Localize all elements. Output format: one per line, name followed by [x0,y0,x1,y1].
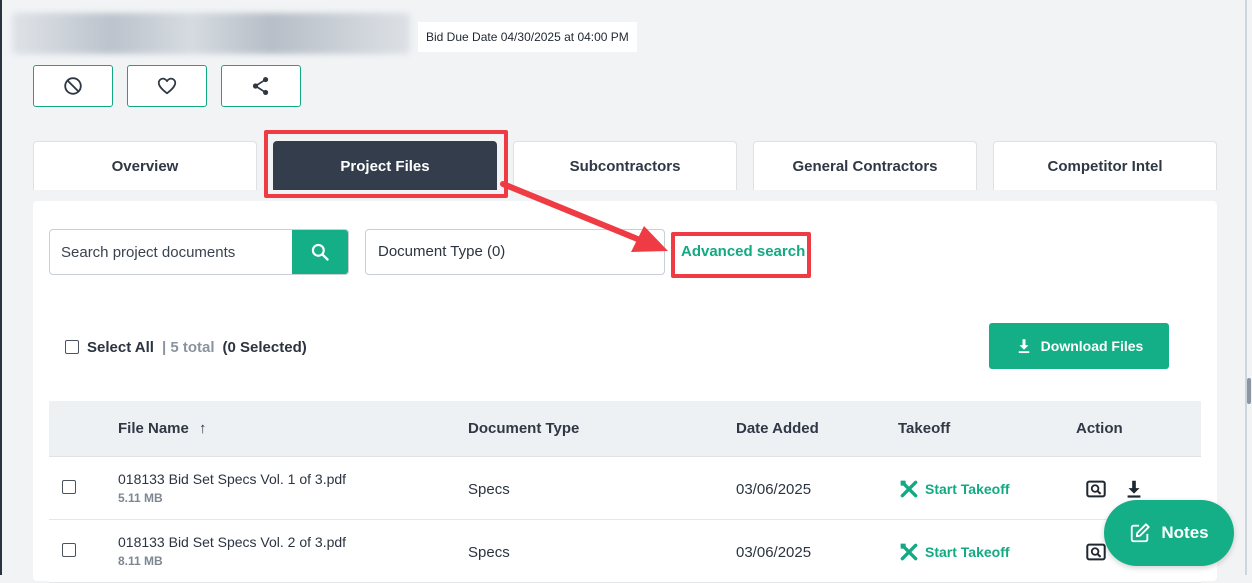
column-file-name-label: File Name [118,420,189,437]
notes-label: Notes [1161,523,1209,542]
download-files-button[interactable]: Download Files [989,323,1169,369]
column-action: Action [1076,420,1123,437]
date-added: 03/06/2025 [736,481,812,498]
date-added: 03/06/2025 [736,544,812,561]
share-icon [252,77,269,95]
document-type-filter[interactable]: Document Type (0) [365,229,665,275]
document-type: Specs [468,544,510,561]
preview-icon[interactable] [1085,478,1107,500]
column-file-name[interactable]: File Name ↑ [118,401,207,456]
page: Bid Due Date 04/30/2025 at 04:00 PM Over… [0,0,1252,583]
scrollbar-track[interactable] [1245,0,1247,575]
select-all-checkbox[interactable] [65,340,79,354]
row-checkbox[interactable] [62,543,76,557]
search-bar [49,229,349,275]
selection-bar: Select All | 5 total (0 Selected) [65,337,307,357]
select-all-label[interactable]: Select All [87,339,154,356]
search-button[interactable] [292,230,348,274]
annotation-highlight-tab [264,130,508,198]
bid-due-date: Bid Due Date 04/30/2025 at 04:00 PM [418,22,637,52]
sort-ascending-icon: ↑ [199,420,207,437]
column-takeoff: Takeoff [898,420,951,437]
scrollbar-thumb[interactable] [1247,378,1251,404]
file-name[interactable]: 018133 Bid Set Specs Vol. 2 of 3.pdf [118,534,346,550]
notes-button[interactable]: Notes [1104,500,1234,566]
total-count: | 5 total [161,338,215,356]
column-date-added[interactable]: Date Added [736,401,819,456]
heart-icon [157,77,177,95]
tab-overview[interactable]: Overview [33,141,257,190]
preview-icon[interactable] [1085,541,1107,563]
block-icon [64,77,82,95]
download-files-label: Download Files [1040,338,1144,354]
file-size: 5.11 MB [118,491,163,505]
annotation-highlight-advanced-search [671,232,811,278]
table-row: 018133 Bid Set Specs Vol. 1 of 3.pdf 5.1… [49,457,1201,520]
ruler-pencil-icon [900,480,918,498]
tab-competitor-intel[interactable]: Competitor Intel [993,141,1217,190]
ruler-pencil-icon [900,543,918,561]
share-button[interactable] [221,65,301,107]
table-row: 018133 Bid Set Specs Vol. 2 of 3.pdf 8.1… [49,520,1201,583]
column-document-type[interactable]: Document Type [468,401,579,456]
search-icon [311,243,329,261]
selected-count: (0 Selected) [222,338,307,356]
row-checkbox[interactable] [62,480,76,494]
download-icon [1018,339,1029,354]
tab-general-contractors[interactable]: General Contractors [753,141,977,190]
file-name[interactable]: 018133 Bid Set Specs Vol. 1 of 3.pdf [118,471,346,487]
favorite-button[interactable] [127,65,207,107]
start-takeoff-label: Start Takeoff [925,481,1010,497]
start-takeoff-button[interactable]: Start Takeoff [899,479,1010,499]
search-input[interactable] [50,230,294,274]
start-takeoff-button[interactable]: Start Takeoff [899,542,1010,562]
table-header: File Name ↑ Document Type Date Added Tak… [49,401,1201,457]
window-edge [0,0,2,575]
edit-note-icon [1131,523,1150,543]
download-icon[interactable] [1123,478,1145,500]
document-type: Specs [468,481,510,498]
project-title-redacted [12,13,410,54]
not-interested-button[interactable] [33,65,113,107]
tab-subcontractors[interactable]: Subcontractors [513,141,737,190]
start-takeoff-label: Start Takeoff [925,544,1010,560]
file-size: 8.11 MB [118,554,163,568]
